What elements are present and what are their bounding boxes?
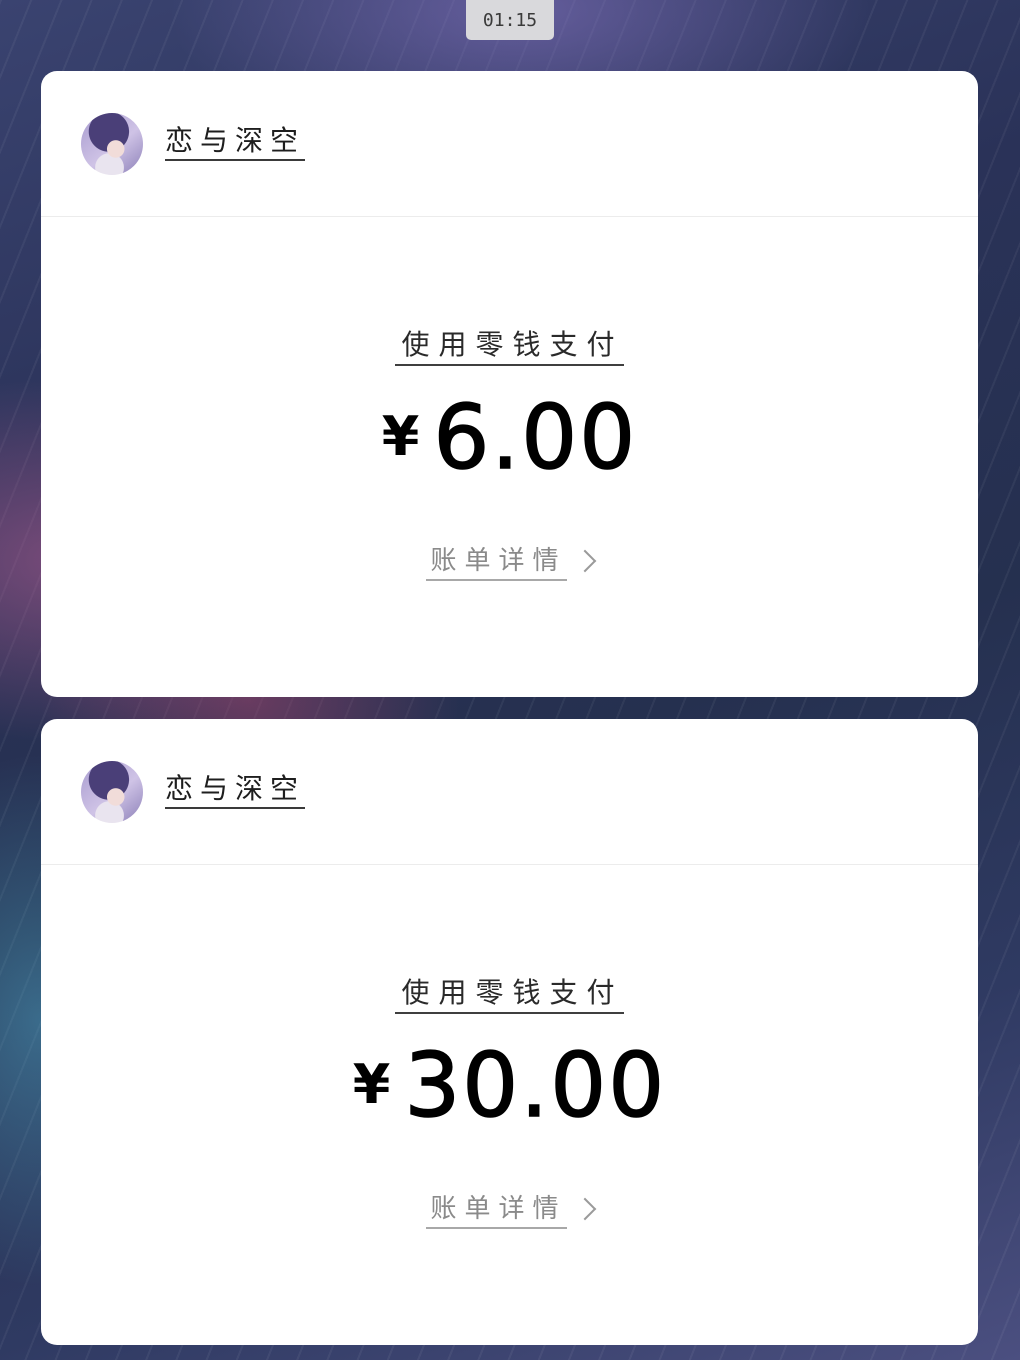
chevron-right-icon[interactable] [573, 1197, 596, 1221]
card-body: 使用零钱支付 ¥ 6.00 账单详情 [41, 217, 978, 697]
chevron-right-icon[interactable] [573, 549, 596, 573]
bill-detail-label[interactable]: 账单详情 [426, 546, 567, 581]
bill-detail-link[interactable]: 账单详情 [41, 1194, 978, 1229]
pay-method-label: 使用零钱支付 [395, 976, 624, 1015]
payment-amount: 6.00 [433, 386, 638, 489]
amount-row: ¥ 6.00 [41, 386, 978, 489]
payment-card: 恋与深空 使用零钱支付 ¥ 30.00 账单详情 [41, 719, 978, 1345]
app-avatar-icon[interactable] [81, 112, 143, 175]
app-name[interactable]: 恋与深空 [165, 125, 306, 161]
currency-symbol: ¥ [352, 1053, 391, 1116]
pay-method-row: 使用零钱支付 [41, 328, 978, 367]
payment-amount: 30.00 [404, 1034, 667, 1137]
card-header: 恋与深空 [41, 71, 978, 217]
currency-symbol: ¥ [381, 405, 420, 468]
amount-row: ¥ 30.00 [41, 1034, 978, 1137]
status-time: 01:15 [466, 0, 554, 40]
card-body: 使用零钱支付 ¥ 30.00 账单详情 [41, 865, 978, 1345]
bill-detail-link[interactable]: 账单详情 [41, 546, 978, 581]
app-avatar-icon[interactable] [81, 760, 143, 823]
payment-card: 恋与深空 使用零钱支付 ¥ 6.00 账单详情 [41, 71, 978, 697]
pay-method-label: 使用零钱支付 [395, 328, 624, 367]
pay-method-row: 使用零钱支付 [41, 976, 978, 1015]
app-name[interactable]: 恋与深空 [165, 773, 306, 809]
card-header: 恋与深空 [41, 719, 978, 865]
bill-detail-label[interactable]: 账单详情 [426, 1194, 567, 1229]
